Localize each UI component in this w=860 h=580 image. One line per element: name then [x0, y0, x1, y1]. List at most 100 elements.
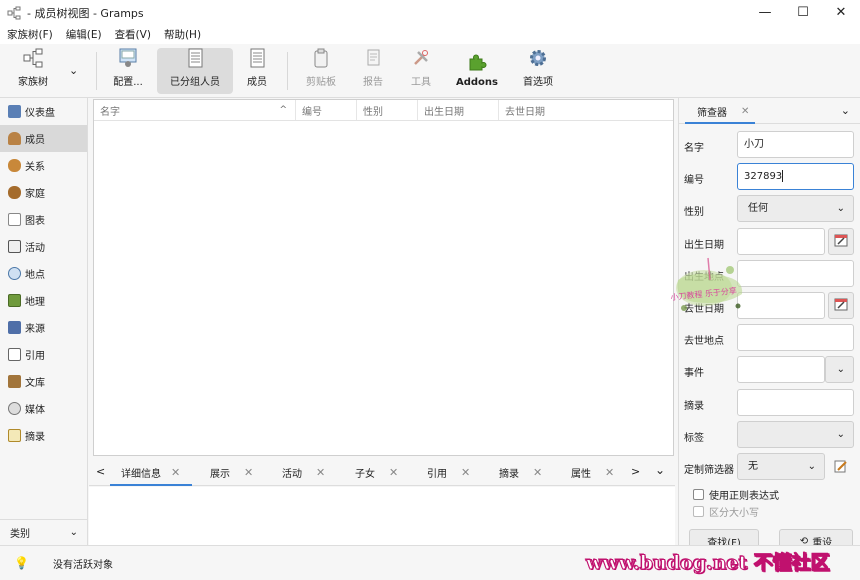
close-icon[interactable]: ✕ — [244, 466, 253, 479]
sidebar-item-dashboard[interactable]: 仪表盘 — [0, 98, 87, 125]
edit-filter-icon[interactable] — [834, 459, 848, 476]
custom-filter-label: 定制筛选器 — [684, 465, 734, 476]
watermark-site-text: www.budog.net 不懂社区 — [585, 552, 831, 575]
tab-details[interactable]: 详细信息 ✕ — [110, 459, 192, 486]
addons-button[interactable]: Addons — [452, 48, 502, 94]
column-header-death-date[interactable]: 去世日期 — [499, 100, 673, 120]
sidebar-item-relationships[interactable]: 关系 — [0, 152, 87, 179]
name-label: 名字 — [684, 143, 704, 154]
close-icon[interactable]: ✕ — [461, 466, 470, 479]
title-bar: - 成员树视图 - Gramps — ☐ ✕ — [0, 0, 860, 25]
note-input[interactable] — [737, 389, 854, 416]
case-sensitive-checkbox[interactable]: 区分大小写 — [693, 504, 853, 519]
death-date-editor-button[interactable] — [828, 292, 854, 319]
birth-date-label: 出生日期 — [684, 240, 724, 251]
family-tree-button[interactable]: 家族树 — [6, 48, 60, 94]
column-label: 出生日期 — [424, 106, 464, 118]
menu-edit[interactable]: 编辑(E) — [59, 27, 108, 42]
tabs-menu-chevron-icon[interactable]: ⌄ — [655, 463, 665, 477]
tab-events[interactable]: 活动 ✕ — [282, 459, 325, 486]
addons-label: Addons — [456, 77, 498, 88]
menu-view[interactable]: 查看(V) — [108, 27, 157, 42]
chevron-down-icon: ⌄ — [69, 527, 78, 538]
person-list[interactable]: 名字 ^ 编号 性别 出生日期 去世日期 — [93, 99, 674, 456]
menu-help[interactable]: 帮助(H) — [157, 27, 207, 42]
chevron-down-icon[interactable]: ⌄ — [841, 104, 850, 117]
sidebar-item-label: 来源 — [25, 324, 45, 335]
sidebar-item-repositories[interactable]: 文库 — [0, 368, 87, 395]
name-input[interactable]: 小刀 — [737, 131, 854, 158]
filter-row-name: 名字 小刀 — [679, 131, 860, 159]
checkbox-box — [693, 505, 704, 517]
configure-button[interactable]: 配置... — [103, 48, 153, 94]
note-label: 摘录 — [684, 401, 704, 412]
custom-filter-value: 无 — [748, 461, 758, 472]
repository-icon — [8, 375, 21, 388]
tab-label: 引用 — [427, 468, 447, 480]
tab-children[interactable]: 子女 ✕ — [355, 459, 398, 486]
close-icon[interactable]: ✕ — [741, 106, 749, 117]
menu-family-tree[interactable]: 家族树(F) — [0, 27, 59, 42]
reports-button[interactable]: 报告 — [353, 48, 393, 94]
custom-filter-select[interactable]: 无 ⌄ — [737, 453, 825, 480]
close-button[interactable]: ✕ — [822, 0, 860, 25]
sidebar-item-citations[interactable]: 引用 — [0, 341, 87, 368]
column-label: 去世日期 — [505, 106, 545, 118]
sidebar-item-events[interactable]: 活动 — [0, 233, 87, 260]
people-button[interactable]: 成员 — [237, 48, 277, 94]
tab-notes[interactable]: 摘录 ✕ — [499, 459, 542, 486]
filter-row-tag: 标签 ⌄ — [679, 421, 860, 449]
column-header-id[interactable]: 编号 — [296, 100, 357, 120]
preferences-button[interactable]: 首选项 — [516, 48, 560, 94]
column-header-gender[interactable]: 性别 — [357, 100, 418, 120]
sidebar-item-sources[interactable]: 来源 — [0, 314, 87, 341]
category-selector[interactable]: 类别 ⌄ — [0, 519, 88, 545]
close-icon[interactable]: ✕ — [171, 466, 180, 479]
tab-references[interactable]: 引用 ✕ — [427, 459, 470, 486]
sidebar-item-people[interactable]: 成员 — [0, 125, 87, 152]
birth-date-editor-button[interactable] — [828, 228, 854, 255]
event-dropdown-button[interactable]: ⌄ — [825, 356, 854, 383]
sidebar-item-label: 文库 — [25, 378, 45, 389]
sidebar-item-media[interactable]: 媒体 — [0, 395, 87, 422]
gender-select[interactable]: 任何 ⌄ — [737, 195, 854, 222]
death-place-input[interactable] — [737, 324, 854, 351]
column-header-name[interactable]: 名字 ^ — [94, 100, 296, 120]
tab-attributes[interactable]: 属性 ✕ — [571, 459, 614, 486]
event-input[interactable] — [737, 356, 825, 383]
sidebar-item-label: 成员 — [25, 135, 45, 146]
lightbulb-icon[interactable]: 💡 — [14, 556, 29, 570]
tag-select[interactable]: ⌄ — [737, 421, 854, 448]
sidebar-item-geography[interactable]: 地理 — [0, 287, 87, 314]
sidebar-item-charts[interactable]: 图表 — [0, 206, 87, 233]
id-input[interactable]: 327893 — [737, 163, 854, 190]
close-icon[interactable]: ✕ — [389, 466, 398, 479]
toolbar-separator — [96, 52, 97, 90]
tools-icon — [410, 47, 432, 69]
sidebar-item-label: 地理 — [25, 297, 45, 308]
tab-filter[interactable]: 筛查器 ✕ — [685, 98, 755, 124]
sidebar-item-places[interactable]: 地点 — [0, 260, 87, 287]
tabs-prev-icon[interactable]: < — [96, 465, 105, 478]
close-icon[interactable]: ✕ — [316, 466, 325, 479]
tab-gallery[interactable]: 展示 ✕ — [210, 459, 253, 486]
sidebar-item-label: 家庭 — [25, 189, 45, 200]
maximize-button[interactable]: ☐ — [784, 0, 822, 25]
minimize-button[interactable]: — — [746, 0, 784, 25]
sidebar-item-families[interactable]: 家庭 — [0, 179, 87, 206]
clipboard-button[interactable]: 剪贴板 — [300, 48, 342, 94]
grouped-people-button[interactable]: 已分组人员 — [157, 48, 233, 94]
filter-row-id: 编号 327893 — [679, 163, 860, 191]
regex-checkbox[interactable]: 使用正则表达式 — [693, 487, 853, 502]
tools-button[interactable]: 工具 — [402, 48, 440, 94]
family-tree-dropdown-chevron-icon[interactable]: ⌄ — [69, 64, 78, 77]
sidebar-item-notes[interactable]: 摘录 — [0, 422, 87, 449]
column-header-birth-date[interactable]: 出生日期 — [418, 100, 499, 120]
close-icon[interactable]: ✕ — [605, 466, 614, 479]
close-icon[interactable]: ✕ — [533, 466, 542, 479]
tabs-next-icon[interactable]: > — [631, 465, 640, 478]
id-label: 编号 — [684, 175, 704, 186]
filter-row-gender: 性别 任何 ⌄ — [679, 195, 860, 223]
tab-label: 展示 — [210, 468, 230, 480]
media-icon — [8, 402, 21, 415]
